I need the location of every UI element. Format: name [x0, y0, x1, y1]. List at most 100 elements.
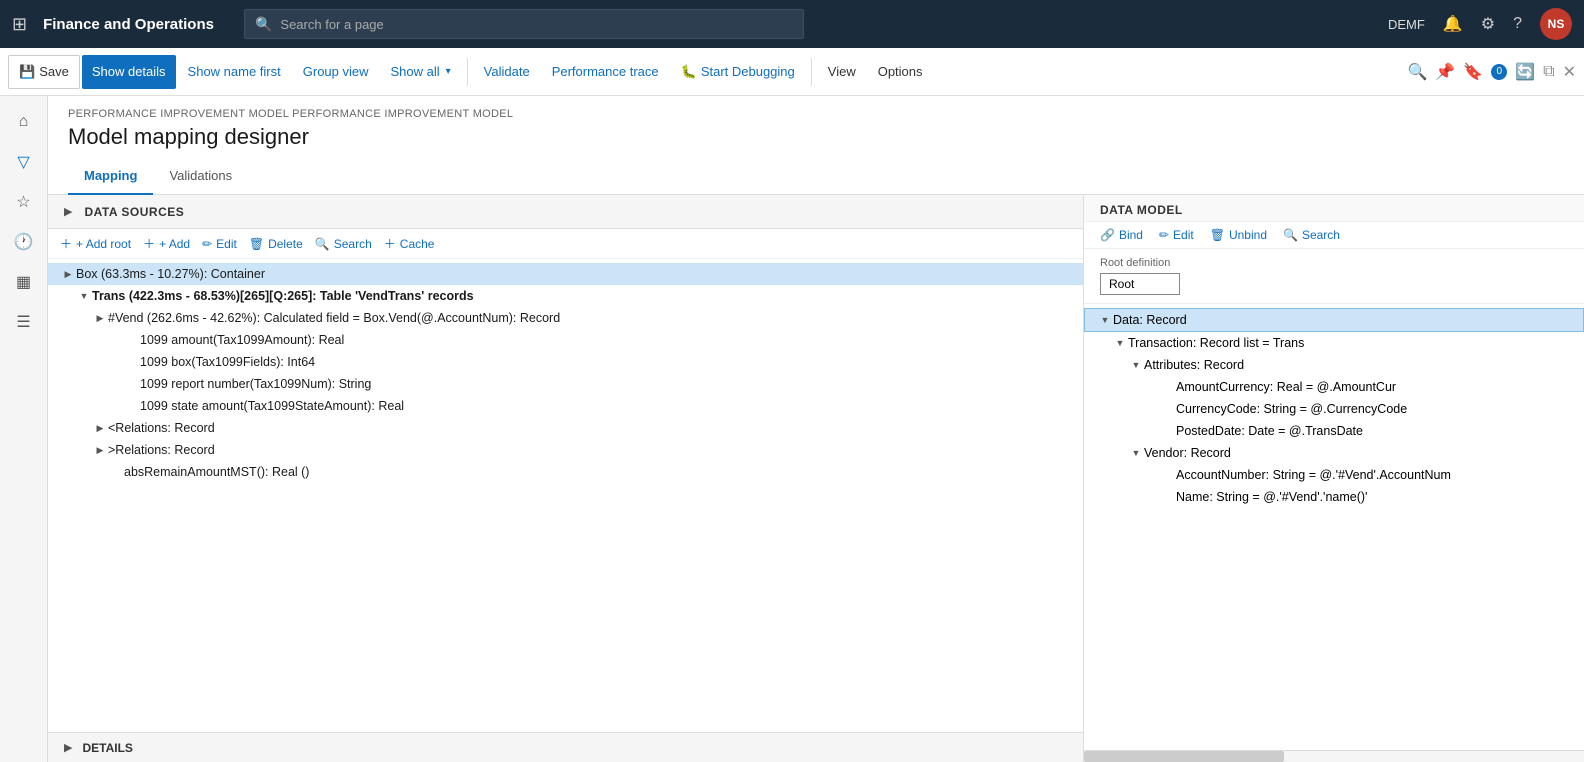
expand-icon [124, 332, 140, 348]
open-new-icon[interactable]: ⧉ [1543, 63, 1554, 81]
expand-icon [1160, 379, 1176, 395]
expand-icon[interactable]: ▼ [1128, 357, 1144, 373]
pin-icon[interactable]: 📌 [1435, 62, 1455, 82]
show-name-first-label: Show name first [188, 64, 281, 79]
save-label: Save [39, 64, 69, 79]
tree-item-label: absRemainAmountMST(): Real () [124, 465, 309, 479]
sidebar-item-recent[interactable]: 🕐 [6, 224, 42, 260]
tree-item[interactable]: 1099 report number(Tax1099Num): String [48, 373, 1083, 395]
validate-button[interactable]: Validate [474, 55, 540, 89]
expand-icon[interactable]: ▼ [76, 288, 92, 304]
expand-icon[interactable]: ▶ [60, 266, 76, 282]
data-model-header: DATA MODEL [1084, 195, 1584, 222]
add-root-button[interactable]: ＋ + Add root [60, 235, 131, 252]
edit-dm-button[interactable]: ✏ Edit [1159, 228, 1194, 242]
tree-item[interactable]: ▶ #Vend (262.6ms - 42.62%): Calculated f… [48, 307, 1083, 329]
show-details-button[interactable]: Show details [82, 55, 176, 89]
start-debugging-button[interactable]: 🐛 Start Debugging [671, 55, 805, 89]
tab-validations[interactable]: Validations [153, 160, 248, 195]
dm-tree-item[interactable]: CurrencyCode: String = @.CurrencyCode [1084, 398, 1584, 420]
tree-item[interactable]: 1099 amount(Tax1099Amount): Real [48, 329, 1083, 351]
show-details-label: Show details [92, 64, 166, 79]
expand-icon[interactable]: ▶ [92, 310, 108, 326]
bookmark-icon[interactable]: 🔖 [1463, 62, 1483, 82]
edit-button[interactable]: ✏ Edit [202, 237, 237, 251]
save-button[interactable]: 💾 Save [8, 55, 80, 89]
search-toolbar-icon[interactable]: 🔍 [1407, 62, 1427, 82]
collapse-details-button[interactable]: ▶ [60, 739, 76, 756]
sidebar-item-modules[interactable]: ☰ [6, 304, 42, 340]
horizontal-scrollbar[interactable] [1084, 750, 1584, 762]
sidebar-item-workspaces[interactable]: ▦ [6, 264, 42, 300]
expand-icon[interactable]: ▶ [92, 420, 108, 436]
tree-item[interactable]: ▶ Box (63.3ms - 10.27%): Container [48, 263, 1083, 285]
bind-button[interactable]: 🔗 Bind [1100, 228, 1143, 242]
delete-button[interactable]: 🗑 Delete [249, 237, 303, 251]
group-view-button[interactable]: Group view [293, 55, 379, 89]
sidebar-item-favorites[interactable]: ☆ [6, 184, 42, 220]
separator-1 [467, 58, 468, 86]
show-name-first-button[interactable]: Show name first [178, 55, 291, 89]
tab-mapping[interactable]: Mapping [68, 160, 153, 195]
tree-item[interactable]: 1099 box(Tax1099Fields): Int64 [48, 351, 1083, 373]
toolbar: 💾 Save Show details Show name first Grou… [0, 48, 1584, 96]
expand-icon[interactable]: ▼ [1097, 312, 1113, 328]
settings-icon[interactable]: ⚙ [1481, 14, 1495, 34]
dm-tree-item[interactable]: Name: String = @.'#Vend'.'name()' [1084, 486, 1584, 508]
expand-icon[interactable]: ▼ [1128, 445, 1144, 461]
dm-tree-item[interactable]: ▼ Vendor: Record [1084, 442, 1584, 464]
root-def-label: Root definition [1100, 257, 1568, 269]
expand-icon[interactable]: ▶ [92, 442, 108, 458]
pencil-icon: ✏ [1159, 228, 1169, 242]
add-button[interactable]: ＋ + Add [143, 235, 190, 252]
dm-tree-item-label: Name: String = @.'#Vend'.'name()' [1176, 490, 1367, 504]
dm-tree-item[interactable]: ▼ Transaction: Record list = Trans [1084, 332, 1584, 354]
expand-icon[interactable]: ▼ [1112, 335, 1128, 351]
expand-icon [124, 376, 140, 392]
page-header: PERFORMANCE IMPROVEMENT MODEL PERFORMANC… [48, 96, 1584, 160]
tree-item[interactable]: ▼ Trans (422.3ms - 68.53%)[265][Q:265]: … [48, 285, 1083, 307]
dm-tree-item[interactable]: AmountCurrency: Real = @.AmountCur [1084, 376, 1584, 398]
notification-icon[interactable]: 🔔 [1443, 14, 1463, 34]
cache-button[interactable]: ＋ Cache [384, 235, 435, 252]
tree-item-label: Trans (422.3ms - 68.53%)[265][Q:265]: Ta… [92, 289, 474, 303]
tree-item[interactable]: absRemainAmountMST(): Real () [48, 461, 1083, 483]
dm-tree-item[interactable]: AccountNumber: String = @.'#Vend'.Accoun… [1084, 464, 1584, 486]
search-dm-button[interactable]: 🔍 Search [1283, 228, 1340, 242]
dm-tree-item[interactable]: ▼ Attributes: Record [1084, 354, 1584, 376]
global-search-box[interactable]: 🔍 Search for a page [244, 9, 804, 39]
tree-item[interactable]: ▶ >Relations: Record [48, 439, 1083, 461]
expand-icon [1160, 489, 1176, 505]
unbind-button[interactable]: 🗑 Unbind [1210, 228, 1267, 242]
sidebar-item-filter[interactable]: ▽ [6, 144, 42, 180]
top-bar: ⊞ Finance and Operations 🔍 Search for a … [0, 0, 1584, 48]
options-button[interactable]: Options [868, 55, 933, 89]
tree-item[interactable]: 1099 state amount(Tax1099StateAmount): R… [48, 395, 1083, 417]
view-button[interactable]: View [818, 55, 866, 89]
split-area: ▶ DATA SOURCES ＋ + Add root ＋ + Add ✏ [48, 195, 1584, 762]
dm-tree-item-label: Data: Record [1113, 313, 1187, 327]
collapse-data-sources-button[interactable]: ▶ [60, 203, 76, 220]
search-ds-button[interactable]: 🔍 Search [315, 237, 372, 251]
scrollbar-handle[interactable] [1084, 751, 1284, 762]
performance-trace-button[interactable]: Performance trace [542, 55, 669, 89]
dm-tree-item[interactable]: ▼ Data: Record [1084, 308, 1584, 332]
close-icon[interactable]: ✕ [1563, 62, 1576, 82]
left-pane: ▶ DATA SOURCES ＋ + Add root ＋ + Add ✏ [48, 195, 1084, 762]
bug-icon: 🐛 [681, 64, 697, 80]
tree-item[interactable]: ▶ <Relations: Record [48, 417, 1083, 439]
refresh-icon[interactable]: 🔄 [1515, 62, 1535, 82]
grid-icon[interactable]: ⊞ [12, 14, 27, 35]
dm-tree-item-label: Transaction: Record list = Trans [1128, 336, 1304, 350]
edit-label: Edit [216, 237, 237, 251]
help-icon[interactable]: ? [1513, 15, 1522, 33]
search-ds-icon: 🔍 [315, 237, 330, 251]
save-icon: 💾 [19, 64, 35, 80]
edit-dm-label: Edit [1173, 228, 1194, 242]
dm-tree-item[interactable]: PostedDate: Date = @.TransDate [1084, 420, 1584, 442]
avatar[interactable]: NS [1540, 8, 1572, 40]
cache-label: Cache [400, 237, 435, 251]
sidebar-item-home[interactable]: ⌂ [6, 104, 42, 140]
expand-icon [1160, 467, 1176, 483]
show-all-button[interactable]: Show all ▾ [381, 55, 461, 89]
